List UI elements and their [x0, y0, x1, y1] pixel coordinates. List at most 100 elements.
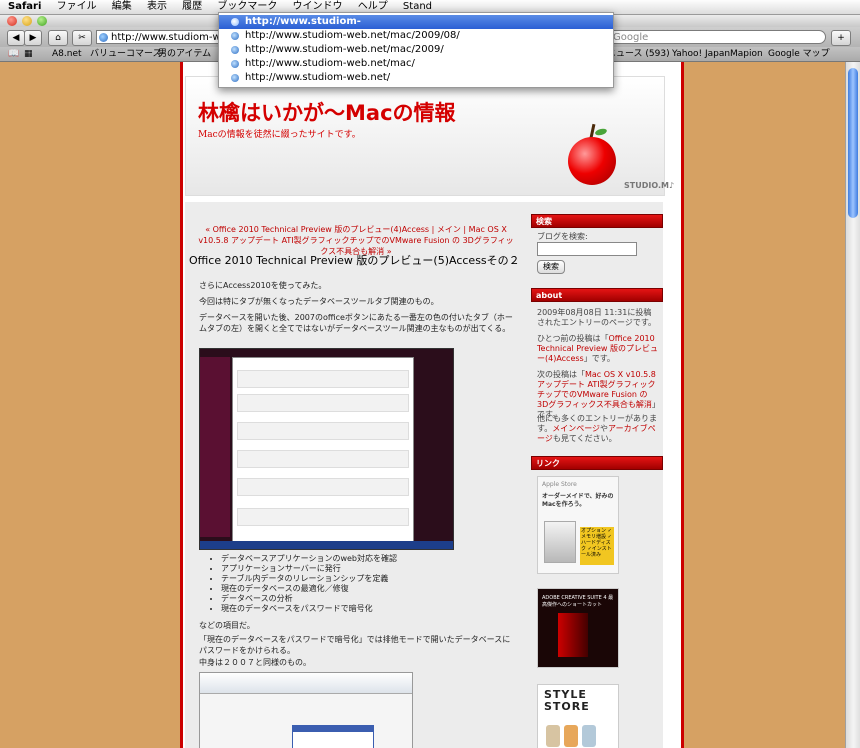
new-tab-button[interactable]: +	[831, 30, 851, 46]
about-more-mid: や	[600, 424, 609, 433]
menu-app[interactable]: Safari	[0, 0, 47, 14]
bookmark-yahoo[interactable]: Yahoo! Japan	[672, 47, 730, 61]
screenshot-row	[237, 422, 409, 440]
globe-icon	[231, 32, 239, 40]
ad-text: STYLE STORE	[544, 688, 590, 713]
screenshot-row	[237, 478, 409, 496]
list-item: 現在のデータベースをパスワードで暗号化	[221, 604, 397, 614]
mac-computer-icon	[544, 521, 576, 563]
main-content: « Office 2010 Technical Preview 版のプレビュー(…	[189, 210, 520, 748]
list-item: テーブル内データのリレーションシップを定義	[221, 574, 397, 584]
screenshot-row	[237, 370, 409, 388]
dropdown-item[interactable]: http://www.studiom-web.net/mac/2009/	[219, 43, 613, 57]
minimize-icon[interactable]	[22, 16, 32, 26]
back-button[interactable]: ◀	[7, 30, 25, 46]
bookmark-news[interactable]: ニュース (593)	[607, 47, 670, 61]
candle-icon	[564, 725, 578, 747]
bookmark-otoko-item[interactable]: 男のアイテム	[158, 47, 211, 61]
paragraph: 「現在のデータベースをパスワードで暗号化」では排他モードで開いたデータベースにパ…	[199, 635, 511, 655]
dropdown-item-text: http://www.studiom-web.net/mac/2009/08/	[245, 30, 460, 41]
globe-icon	[231, 60, 239, 68]
grid-icon[interactable]: ▦	[24, 47, 33, 61]
site-title[interactable]: 林檎はいかが〜Macの情報	[198, 97, 456, 127]
adobe-cs4-ad[interactable]: ADOBE CREATIVE SUITE 4 最高傑作へのショートカット	[537, 588, 619, 668]
style-store-ad[interactable]: STYLE STORE	[537, 684, 619, 748]
forward-button[interactable]: ▶	[24, 30, 42, 46]
dropdown-item[interactable]: http://www.studiom-web.net/mac/2009/08/	[219, 29, 613, 43]
list-item: 現在のデータベースの最適化／修復	[221, 584, 397, 594]
about-prev: ひとつ前の投稿は「Office 2010 Technical Preview 版…	[537, 334, 659, 364]
dropdown-item-text: http://www.studiom-web.net/mac/2009/	[245, 44, 444, 55]
main-page-link[interactable]: メインページ	[552, 424, 600, 433]
ad-options: オプション ✓メモリ増設 ✓ハードディスク ✓インストール済み	[580, 527, 614, 565]
bookmark-valuecommerce[interactable]: バリューコマース	[90, 47, 162, 61]
search-placeholder: Google	[613, 32, 649, 43]
ad-brand: Apple Store	[542, 481, 577, 488]
about-more: 他にも多くのエントリーがあります。メインページやアーカイブページも見てください。	[537, 414, 659, 444]
paragraph: さらにAccess2010を使ってみた。	[199, 281, 327, 290]
globe-icon	[231, 18, 239, 26]
apple-logo-icon	[568, 137, 616, 185]
candle-icon	[582, 725, 596, 747]
paragraph: データベースを開いた後、2007のofficeボタンにあたる一番左の色の付いたタ…	[199, 313, 513, 333]
sidebar-about-header: about	[531, 288, 663, 302]
zoom-icon[interactable]	[37, 16, 47, 26]
logo-text: STUDIO.M♪	[624, 181, 675, 190]
web-page: 林檎はいかが〜Macの情報 Macの情報を徒然に綴ったサイトです。 STUDIO…	[180, 62, 684, 748]
list-item: アプリケーションサーバーに発行	[221, 564, 397, 574]
software-box-icon	[558, 613, 588, 657]
post-title: Office 2010 Technical Preview 版のプレビュー(5)…	[189, 254, 520, 267]
bookmark-a8[interactable]: A8.net	[52, 47, 82, 61]
menu-view[interactable]: 表示	[141, 0, 173, 14]
dropdown-item[interactable]: http://www.studiom-web.net/mac/2009/08/o…	[219, 15, 613, 41]
about-more-suffix: も見てください。	[552, 434, 617, 443]
sidebar-search-button[interactable]: 検索	[537, 260, 565, 274]
screenshot-row	[237, 450, 409, 468]
dropdown-item[interactable]: http://www.studiom-web.net/	[219, 71, 613, 85]
paragraph: などの項目だ。	[199, 621, 255, 630]
paragraph: 中身は２００７と同様のもの。	[199, 658, 311, 667]
dropdown-item[interactable]: http://www.studiom-web.net/mac/	[219, 57, 613, 71]
about-prev-suffix: 」です。	[583, 354, 615, 363]
about-prev-prefix: ひとつ前の投稿は「	[537, 334, 609, 343]
about-text: 2009年08月08日 11:31に投稿されたエントリーのページです。	[537, 308, 657, 327]
menu-file[interactable]: ファイル	[51, 0, 103, 14]
globe-icon	[231, 74, 239, 82]
site-description: Macの情報を徒然に綴ったサイトです。	[198, 130, 361, 140]
reading-list-icon[interactable]: 📖	[8, 47, 19, 61]
sidebar-links-header: リンク	[531, 456, 663, 470]
screenshot-row	[237, 394, 409, 412]
vertical-scrollbar[interactable]	[845, 62, 860, 748]
feature-list: データベースアプリケーションのweb対応を確認 アプリケーションサーバーに発行 …	[209, 554, 397, 614]
sidebar-search-header: 検索	[531, 214, 663, 228]
ad-text: ADOBE CREATIVE SUITE 4 最高傑作へのショートカット	[542, 595, 614, 608]
globe-icon	[231, 46, 239, 54]
screenshot-ribbon	[200, 673, 412, 694]
candle-icon	[546, 725, 560, 747]
ad-text: オーダーメイドで、好みのMacを作ろう。	[542, 493, 614, 508]
access-screenshot-1[interactable]	[199, 348, 454, 550]
about-next-prefix: 次の投稿は「	[537, 370, 585, 379]
search-label: ブログを検索:	[537, 232, 588, 241]
scrollbar-thumb[interactable]	[848, 68, 858, 218]
screenshot-sidebar	[200, 357, 230, 537]
apple-store-ad[interactable]: Apple Store オーダーメイドで、好みのMacを作ろう。 オプション ✓…	[537, 476, 619, 574]
home-icon[interactable]: ⌂	[48, 30, 68, 46]
dropdown-item-text: http://www.studiom-web.net/	[245, 72, 391, 83]
list-item: データベースの分析	[221, 594, 397, 604]
bookmark-mapion[interactable]: Mapion	[730, 47, 763, 61]
globe-icon	[99, 33, 108, 42]
screenshot-taskbar	[200, 541, 453, 549]
url-history-dropdown: http://www.studiom-web.net/mac/2009/08/o…	[218, 12, 614, 88]
bookmark-google-maps[interactable]: Google マップ	[768, 47, 830, 61]
menu-edit[interactable]: 編集	[106, 0, 138, 14]
close-icon[interactable]	[7, 16, 17, 26]
snapback-icon[interactable]: ✂	[72, 30, 92, 46]
sidebar-search-input[interactable]	[537, 242, 637, 256]
search-input[interactable]: Google	[600, 30, 826, 44]
menu-history[interactable]: 履歴	[176, 0, 208, 14]
apple-leaf	[594, 127, 608, 137]
access-screenshot-2[interactable]	[199, 672, 413, 748]
site-header: 林檎はいかが〜Macの情報 Macの情報を徒然に綴ったサイトです。 STUDIO…	[185, 76, 674, 196]
screenshot-row	[237, 508, 409, 526]
